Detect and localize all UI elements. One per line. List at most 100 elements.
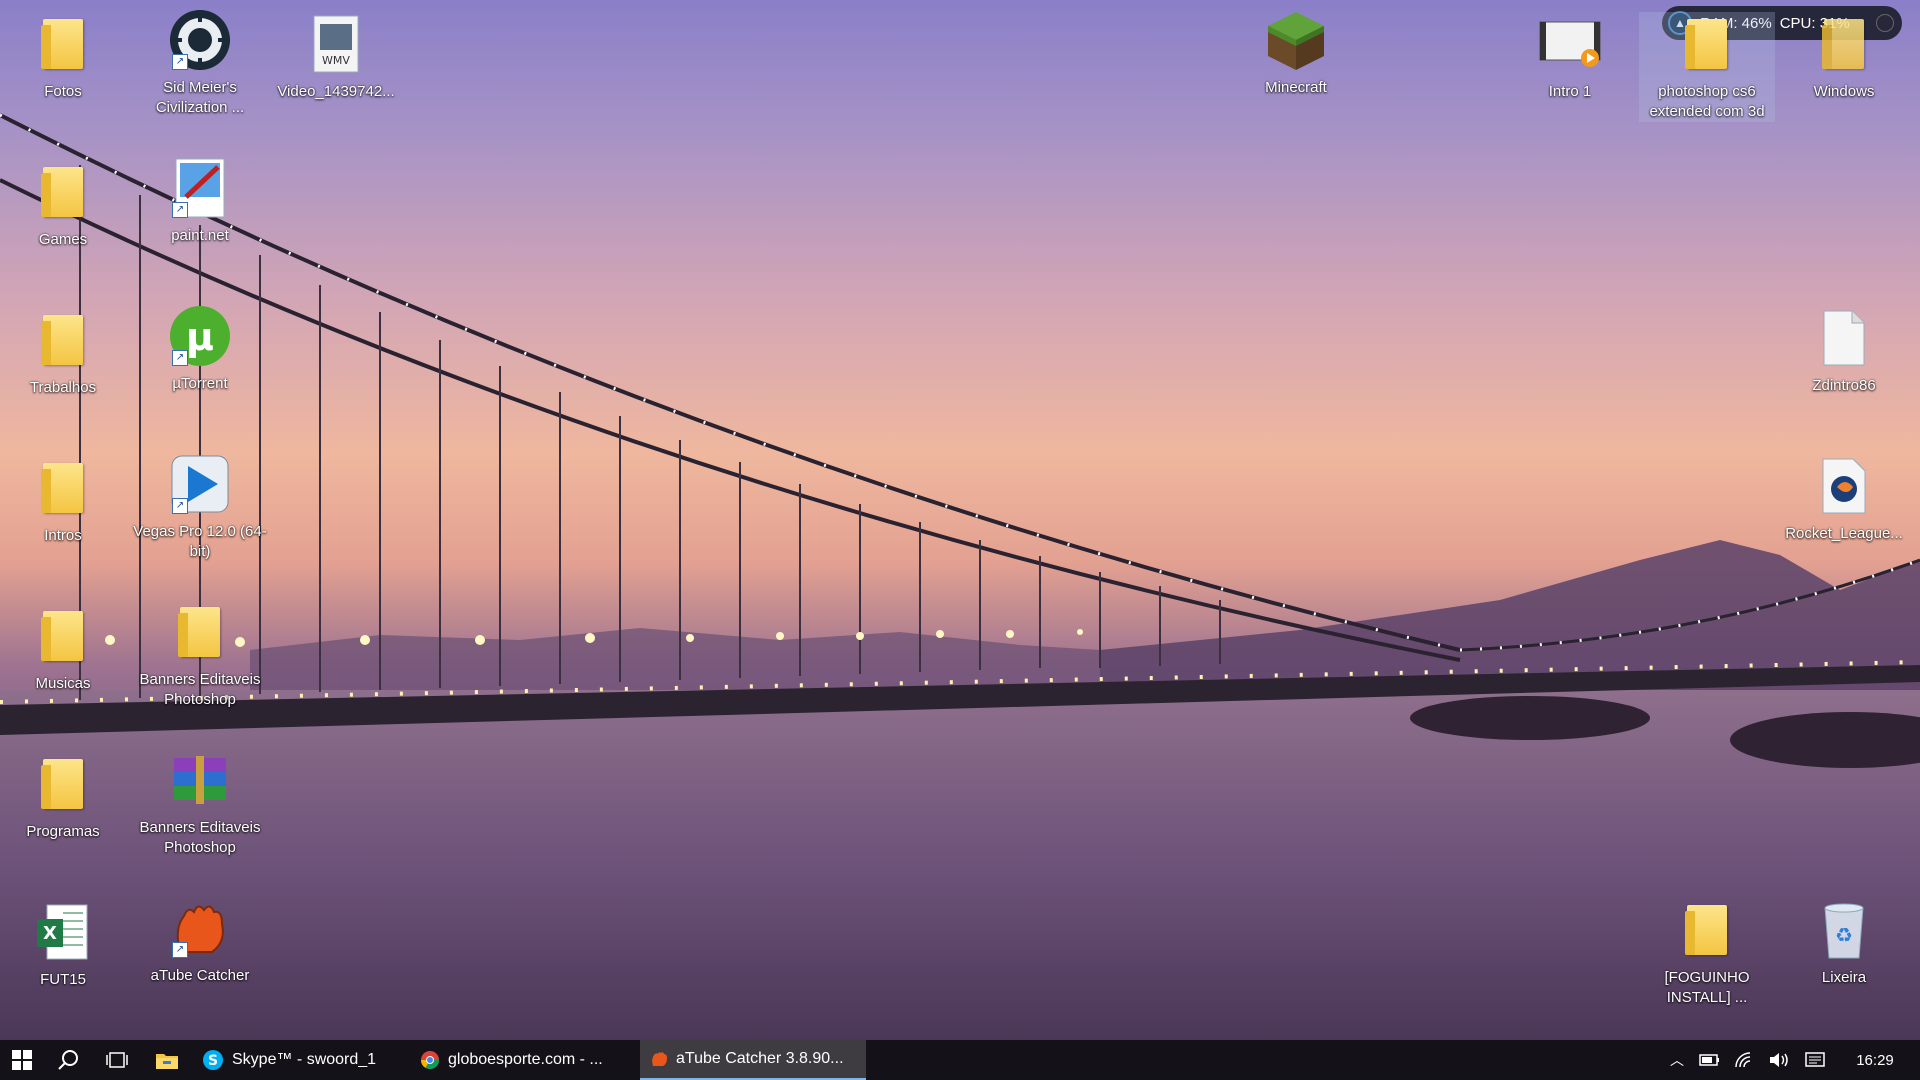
recycle-bin-icon: ♻ [1812,898,1876,962]
icon-label: Games [38,231,88,248]
folder-icon [1812,12,1876,76]
desktop-icon-trabalhos[interactable]: Trabalhos [0,308,131,398]
icon-label: Sid Meier's Civilization ... [155,79,245,116]
svg-text:S: S [208,1053,218,1069]
system-tray: ︿ 16:29 [1670,1040,1920,1080]
shortcut-arrow-icon: ↗ [172,202,188,218]
folder-icon [31,308,95,372]
folder-icon [1675,898,1739,962]
taskbar-clock[interactable]: 16:29 [1840,1052,1910,1069]
shortcut-arrow-icon: ↗ [172,350,188,366]
icon-label: Banners Editaveis Photoshop [139,671,261,708]
desktop-icon-zdintro[interactable]: Zdintro86 [1776,306,1912,396]
taskbar-item-chrome[interactable]: globoesporte.com - ... [410,1040,640,1080]
svg-text:♻: ♻ [1835,923,1853,947]
start-button[interactable] [0,1040,44,1080]
shortcut-arrow-icon: ↗ [172,942,188,958]
wifi-icon[interactable] [1734,1051,1754,1069]
desktop-icon-utorrent[interactable]: µ ↗ µTorrent [132,304,268,394]
icon-label: Fotos [44,83,82,100]
atube-catcher-icon [652,1052,667,1066]
minecraft-grass-block-icon [1264,8,1328,72]
paintnet-icon: ↗ [168,156,232,220]
icon-label: Intros [44,527,82,544]
taskbar-item-atube[interactable]: aTube Catcher 3.8.90... [640,1040,866,1080]
desktop-icon-banners-2[interactable]: Banners Editaveis Photoshop [132,748,268,858]
utorrent-icon: µ ↗ [168,304,232,368]
desktop-icon-programas[interactable]: Programas [0,752,131,842]
civilization-icon: ↗ [168,8,232,72]
taskbar-item-label: aTube Catcher 3.8.90... [676,1050,844,1067]
desktop-icon-banners-1[interactable]: Banners Editaveis Photoshop [132,600,268,710]
icon-label: Intro 1 [1548,83,1592,100]
icon-label: aTube Catcher [150,967,250,984]
volume-icon[interactable] [1768,1051,1790,1069]
desktop-wallpaper [0,113,1920,1040]
desktop-icon-minecraft[interactable]: Minecraft [1228,8,1364,98]
desktop-icon-foguinho[interactable]: [FOGUINHO INSTALL] ... [1639,898,1775,1008]
icon-label: Rocket_League... [1785,525,1903,542]
file-explorer-button[interactable] [142,1040,192,1080]
document-file-icon [1812,306,1876,370]
desktop-icon-intro1[interactable]: Intro 1 [1502,12,1638,102]
video-file-icon [1538,12,1602,76]
taskbar-item-label: globoesporte.com - ... [448,1051,603,1068]
chrome-icon [421,1051,439,1070]
taskbar: S Skype™ - swoord_1 globoesporte.com - .… [0,1040,1920,1080]
desktop-icon-games[interactable]: Games [0,160,131,250]
icon-label: Programas [26,823,100,840]
desktop-icon-intros[interactable]: Intros [0,456,131,546]
icon-label: FUT15 [40,971,86,988]
svg-text:X: X [43,923,57,944]
desktop-icon-windows[interactable]: Windows [1776,12,1912,102]
search-icon [58,1050,78,1070]
task-view-icon [106,1052,128,1068]
desktop-icon-photoshop[interactable]: photoshop cs6 extended com 3d [1639,12,1775,122]
desktop-icon-musicas[interactable]: Musicas [0,604,131,694]
desktop-icon-lixeira[interactable]: ♻ Lixeira [1776,898,1912,988]
folder-icon [1675,12,1739,76]
winrar-archive-icon [168,748,232,812]
icon-label: Minecraft [1265,79,1327,96]
icon-label: Trabalhos [29,379,97,396]
rocket-league-file-icon [1812,454,1876,518]
excel-icon: X [31,900,95,964]
folder-icon [31,752,95,816]
folder-icon [168,600,232,664]
desktop-icon-paintnet[interactable]: ↗ paint.net [132,156,268,246]
icon-label: paint.net [171,227,229,244]
show-hidden-icons-chevron-up-icon[interactable]: ︿ [1670,1050,1684,1070]
action-center-icon[interactable] [1804,1051,1826,1069]
folder-icon [31,12,95,76]
desktop-icon-vegas[interactable]: ↗ Vegas Pro 12.0 (64-bit) [132,452,268,562]
desktop-icon-atube[interactable]: ↗ aTube Catcher [132,896,268,986]
icon-label: Vegas Pro 12.0 (64-bit) [133,523,267,560]
battery-icon[interactable] [1698,1052,1720,1068]
icon-label: Zdintro86 [1812,377,1876,394]
desktop-icon-fotos[interactable]: Fotos [0,12,131,102]
icon-label: [FOGUINHO INSTALL] ... [1664,969,1750,1006]
icon-label: photoshop cs6 extended com 3d [1649,83,1765,120]
desktop-icon-fut15[interactable]: X FUT15 [0,900,131,990]
file-explorer-icon [156,1054,178,1069]
icon-label: Banners Editaveis Photoshop [139,819,261,856]
desktop-icon-video[interactable]: WMV Video_1439742... [268,12,404,102]
shortcut-arrow-icon: ↗ [172,498,188,514]
desktop-icon-rocket-league[interactable]: Rocket_League... [1776,454,1912,544]
folder-icon [31,604,95,668]
icon-label: Video_1439742... [277,83,395,100]
windows-logo-icon [12,1050,32,1070]
folder-icon [31,160,95,224]
skype-icon: S [203,1050,223,1070]
icon-label: Musicas [35,675,91,692]
folder-icon [31,456,95,520]
task-view-button[interactable] [92,1040,142,1080]
icon-label: µTorrent [172,375,228,392]
taskbar-item-skype[interactable]: S Skype™ - swoord_1 [192,1040,410,1080]
desktop-icon-civilization[interactable]: ↗ Sid Meier's Civilization ... [132,8,268,118]
svg-text:µ: µ [186,315,214,359]
svg-text:WMV: WMV [322,54,350,67]
vegas-icon: ↗ [168,452,232,516]
icon-label: Lixeira [1821,969,1867,986]
search-button[interactable] [44,1040,92,1080]
